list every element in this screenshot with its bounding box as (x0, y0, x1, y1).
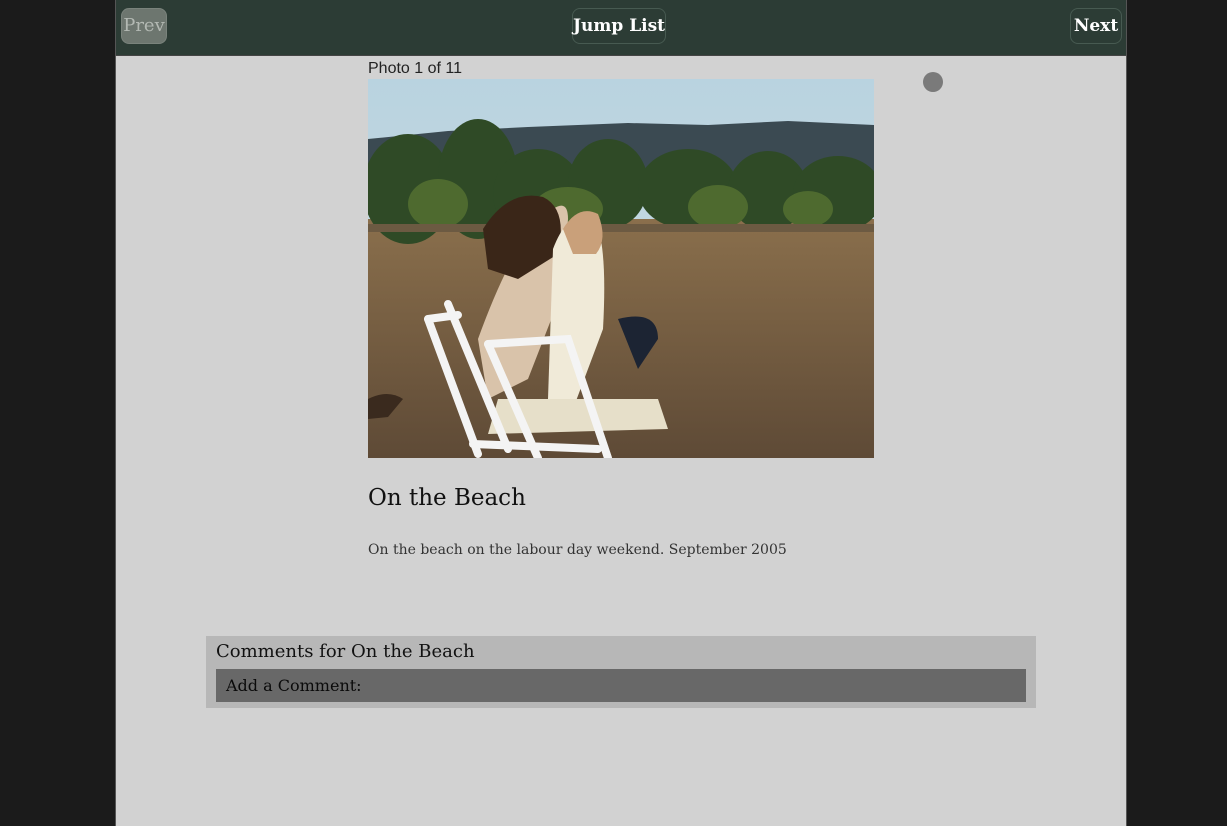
photo-description: On the beach on the labour day weekend. … (368, 542, 787, 558)
prev-button[interactable]: Prev (121, 8, 167, 44)
photo-title: On the Beach (368, 485, 526, 511)
add-comment-button[interactable]: Add a Comment: (216, 669, 1026, 702)
photo-counter: Photo 1 of 11 (368, 60, 462, 77)
next-button[interactable]: Next (1070, 8, 1122, 44)
photo-image[interactable] (368, 79, 874, 458)
jump-list-button[interactable]: Jump List (572, 8, 666, 44)
comments-heading: Comments for On the Beach (216, 641, 475, 662)
page-container: Prev Jump List Next Photo 1 of 11 On the… (115, 0, 1127, 826)
comments-section: Comments for On the Beach Add a Comment: (206, 636, 1036, 708)
top-nav-bar: Prev Jump List Next (116, 0, 1126, 56)
slideshow-indicator-icon[interactable] (923, 72, 943, 92)
